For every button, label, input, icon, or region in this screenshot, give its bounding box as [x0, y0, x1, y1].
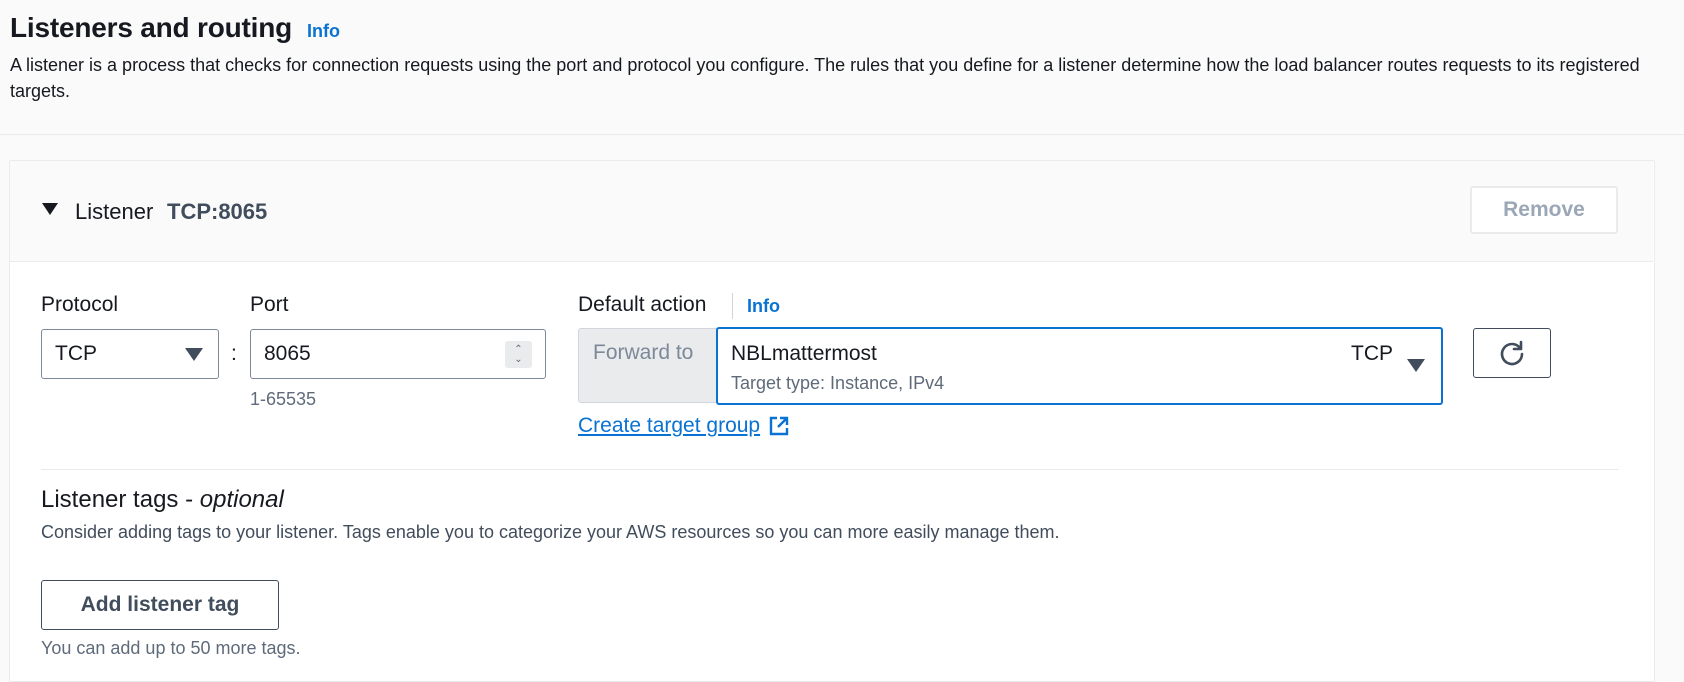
listener-label: Listener [75, 199, 154, 224]
port-hint: 1-65535 [250, 389, 317, 409]
default-action-label: Default action [578, 293, 707, 316]
caret-down-icon[interactable] [42, 203, 58, 215]
forward-to-label: Forward to [593, 341, 694, 364]
default-action-info-link[interactable]: Info [747, 296, 780, 317]
remove-button[interactable]: Remove [1470, 186, 1618, 234]
listener-tags-title: Listener tags - optional [41, 486, 284, 514]
refresh-icon [1500, 340, 1524, 366]
target-group-name: NBLmattermost [731, 342, 877, 365]
listener-tags-title-text: Listener tags - [41, 486, 200, 513]
section-description: A listener is a process that checks for … [10, 55, 1640, 101]
external-link-icon [769, 416, 789, 436]
port-label: Port [250, 293, 289, 316]
label-separator [732, 293, 733, 319]
listener-name: TCP:8065 [167, 199, 268, 224]
add-listener-tag-button[interactable]: Add listener tag [41, 580, 279, 630]
info-link[interactable]: Info [307, 21, 340, 42]
section-title: Listeners and routing [10, 12, 293, 43]
forward-to-addon [578, 328, 718, 403]
create-target-group-label: Create target group [578, 414, 761, 437]
optional-label: optional [199, 486, 284, 513]
chevron-down-icon[interactable]: ⌄ [514, 354, 522, 365]
create-target-group-link[interactable]: Create target group [578, 414, 790, 438]
listener-tags-hint: You can add up to 50 more tags. [41, 638, 301, 658]
target-group-type: Target type: Instance, IPv4 [731, 373, 945, 393]
protocol-label: Protocol [41, 293, 119, 316]
listener-tags-description: Consider adding tags to your listener. T… [41, 522, 1060, 542]
target-group-protocol: TCP [1351, 342, 1393, 365]
header-divider [0, 134, 1684, 135]
dropdown-caret-icon [1407, 359, 1425, 372]
chevron-up-icon[interactable]: ⌃ [514, 344, 522, 355]
dropdown-caret-icon [185, 348, 203, 361]
protocol-value: TCP [55, 342, 97, 365]
stepper-icon[interactable]: ⌃ ⌄ [505, 341, 532, 368]
section-divider [41, 469, 1619, 470]
protocol-port-separator: : [231, 342, 237, 365]
port-value: 8065 [264, 342, 311, 365]
refresh-button[interactable] [1473, 328, 1551, 378]
